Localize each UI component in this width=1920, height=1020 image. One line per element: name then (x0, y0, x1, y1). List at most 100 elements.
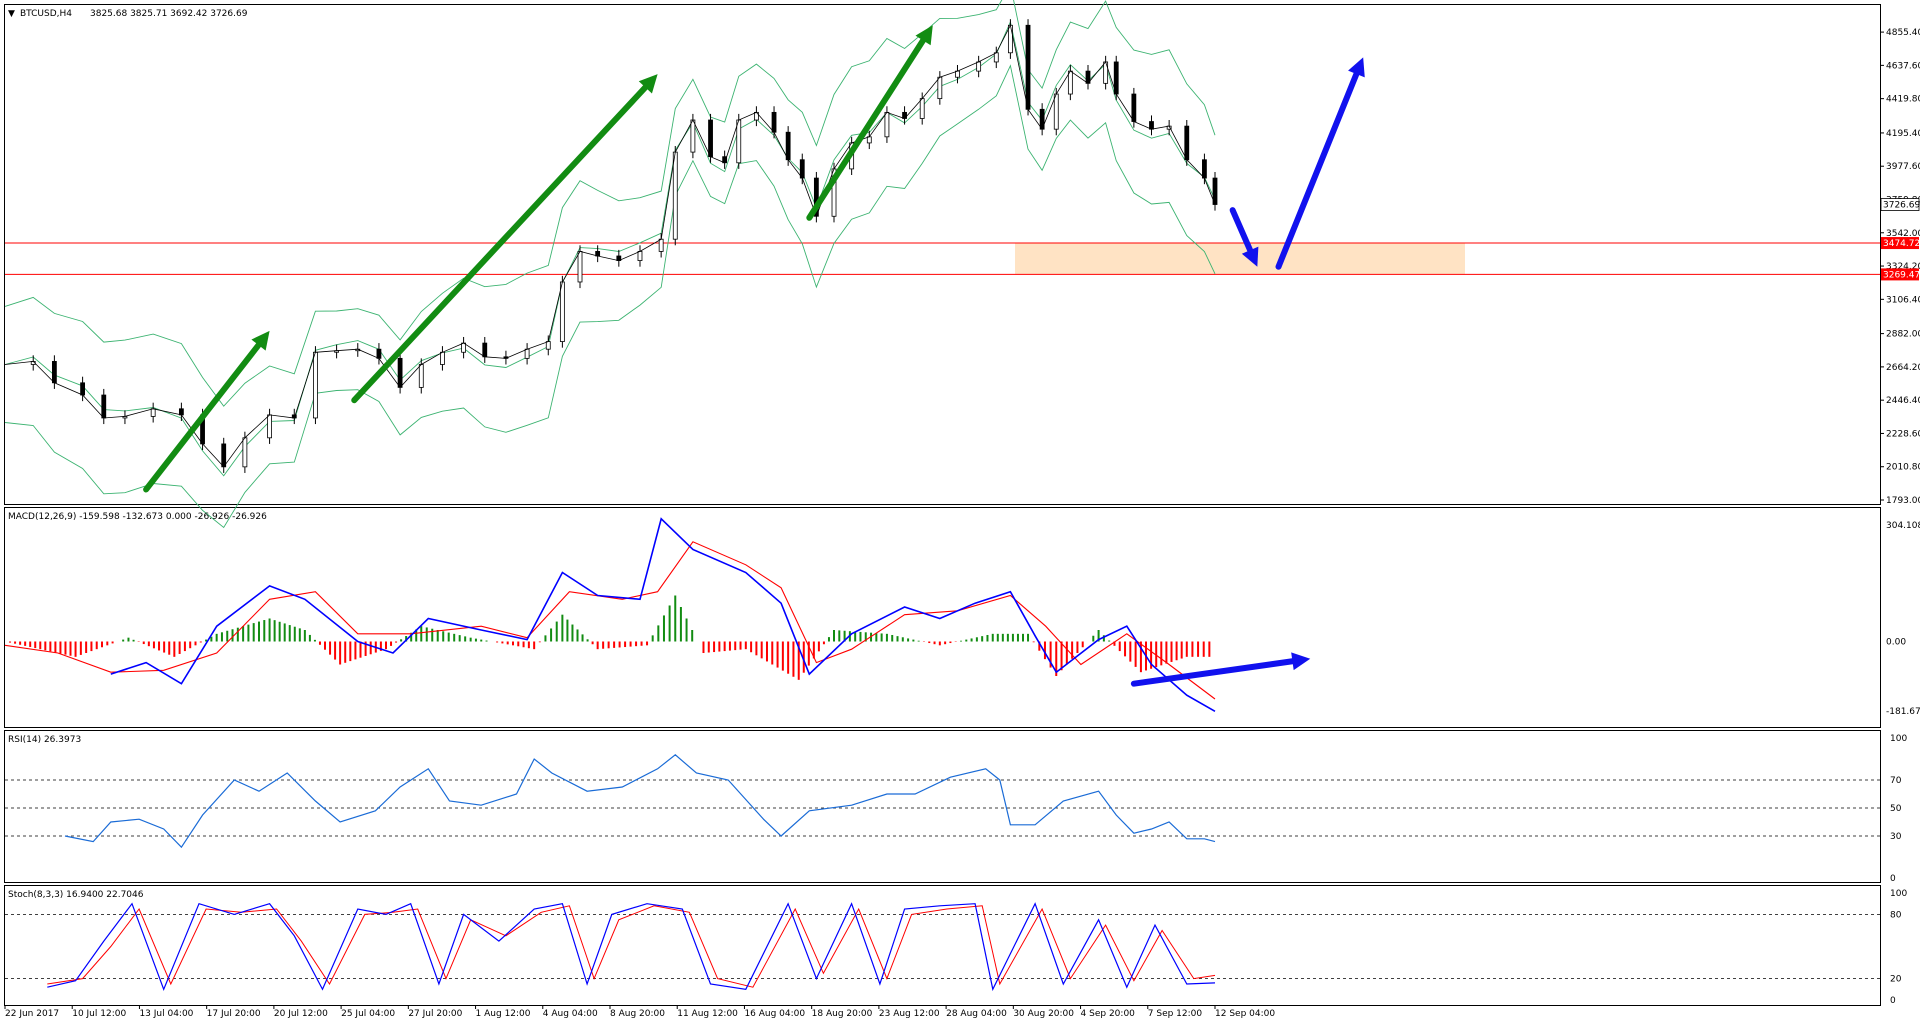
candle-body (1053, 93, 1059, 130)
candle-body (440, 351, 445, 365)
macd-tick-label: -181.679 (1886, 707, 1920, 717)
candle-body (80, 382, 86, 396)
stoch-panel (4, 885, 1881, 1006)
x-tick-label: 25 Jul 04:00 (341, 1009, 395, 1019)
candle-body (884, 111, 890, 138)
price-tick-label: 4855.40 (1886, 28, 1920, 38)
candle-body (785, 131, 791, 161)
x-tick-label: 22 Jun 2017 (5, 1009, 59, 1019)
macd-tick-label: 0.00 (1886, 638, 1906, 648)
candle-body (771, 111, 777, 133)
macd-tick-label: 304.108 (1886, 521, 1920, 531)
price-tick-label: 4419.80 (1886, 95, 1920, 105)
rsi-tick-label: 0 (1890, 874, 1896, 884)
x-tick-label: 4 Sep 20:00 (1081, 1009, 1136, 1019)
candle-body (51, 361, 57, 384)
candle-body (690, 119, 696, 153)
candle-body (1149, 121, 1154, 130)
candle-body (1184, 125, 1190, 161)
x-tick-label: 23 Aug 12:00 (879, 1009, 940, 1019)
price-tick-label: 4637.60 (1886, 61, 1920, 71)
rsi-tick-label: 50 (1890, 804, 1902, 814)
x-tick-label: 17 Jul 20:00 (207, 1009, 261, 1019)
candle-body (993, 52, 999, 63)
rsi-label: RSI(14) 26.3973 (8, 735, 81, 745)
price-tick-label: 2228.60 (1886, 429, 1920, 439)
stoch-tick-label: 100 (1890, 889, 1907, 899)
candle-body (1025, 24, 1031, 110)
price-panel (4, 4, 1881, 505)
x-tick-label: 13 Jul 04:00 (139, 1009, 193, 1019)
x-tick-label: 20 Jul 12:00 (274, 1009, 328, 1019)
symbol-label: BTCUSD,H4 (20, 9, 72, 19)
candle-body (577, 251, 583, 283)
candle-body (1067, 70, 1073, 95)
candle-body (376, 348, 382, 359)
trading-chart: 4855.404637.604419.804195.403977.603759.… (4, 0, 1920, 1019)
candle-body (902, 111, 907, 119)
stoch-label: Stoch(8,3,3) 16.9400 22.7046 (8, 890, 144, 900)
x-tick-label: 8 Aug 20:00 (610, 1009, 665, 1019)
rsi-tick-label: 70 (1890, 776, 1902, 786)
stoch-tick-label: 0 (1890, 996, 1896, 1006)
candle-body (672, 151, 678, 240)
rsi-panel (4, 730, 1881, 883)
x-tick-label: 10 Jul 12:00 (72, 1009, 126, 1019)
candle-body (736, 119, 742, 164)
candle-body (221, 443, 227, 468)
candle-body (955, 70, 960, 78)
candle-body (242, 437, 248, 468)
price-tick-label: 2882.00 (1886, 330, 1920, 340)
candle-body (313, 351, 318, 419)
x-tick-label: 16 Aug 04:00 (744, 1009, 805, 1019)
candle-body (866, 136, 872, 144)
candle-body (178, 408, 184, 416)
symbol-dropdown-icon[interactable]: ▼ (8, 9, 15, 19)
x-tick-label: 18 Aug 20:00 (812, 1009, 873, 1019)
macd-label: MACD(12,26,9) -159.598 -132.673 0.000 -2… (8, 512, 267, 522)
x-tick-label: 4 Aug 04:00 (543, 1009, 598, 1019)
price-tick-label: 1793.00 (1886, 496, 1920, 506)
price-tick-label: 4195.40 (1886, 129, 1920, 139)
price-tick-label: 3106.40 (1886, 295, 1920, 305)
candle-body (267, 414, 272, 439)
support-tag-text-1: 3474.72 (1883, 239, 1920, 249)
candle-body (637, 251, 643, 261)
candle-body (559, 281, 565, 342)
candle-body (545, 341, 551, 350)
candle-body (937, 76, 943, 100)
candle-body (708, 119, 713, 158)
candle-body (101, 394, 107, 419)
candle-body (524, 348, 530, 359)
candle-body (418, 364, 424, 388)
support-zone (1015, 243, 1465, 275)
stoch-tick-label: 20 (1890, 975, 1902, 985)
current-price-text: 3726.69 (1883, 201, 1920, 211)
ohlc-readout: 3825.68 3825.71 3692.42 3726.69 (90, 9, 248, 19)
x-tick-label: 27 Jul 20:00 (408, 1009, 462, 1019)
x-tick-label: 1 Aug 12:00 (476, 1009, 531, 1019)
rsi-tick-label: 30 (1890, 832, 1902, 842)
price-tick-label: 2446.40 (1886, 396, 1920, 406)
x-tick-label: 7 Sep 12:00 (1148, 1009, 1203, 1019)
price-tick-label: 3977.60 (1886, 162, 1920, 172)
support-tag-text-2: 3269.47 (1883, 270, 1920, 280)
x-tick-label: 11 Aug 12:00 (677, 1009, 738, 1019)
price-tick-label: 2664.20 (1886, 363, 1920, 373)
price-tick-label: 2010.80 (1886, 463, 1920, 473)
candle-body (919, 98, 925, 119)
candle-body (482, 342, 488, 358)
candle-body (799, 159, 805, 179)
rsi-tick-label: 100 (1890, 734, 1907, 744)
candle-body (1007, 24, 1013, 54)
x-tick-label: 30 Aug 20:00 (1013, 1009, 1074, 1019)
candle-body (976, 61, 982, 72)
stoch-tick-label: 80 (1890, 910, 1902, 920)
candle-body (397, 357, 403, 388)
x-tick-label: 12 Sep 04:00 (1215, 1009, 1275, 1019)
candle-body (1131, 93, 1137, 122)
candle-body (1202, 159, 1207, 179)
x-tick-label: 28 Aug 04:00 (946, 1009, 1007, 1019)
candle-body (658, 238, 664, 252)
candle-body (150, 408, 156, 417)
